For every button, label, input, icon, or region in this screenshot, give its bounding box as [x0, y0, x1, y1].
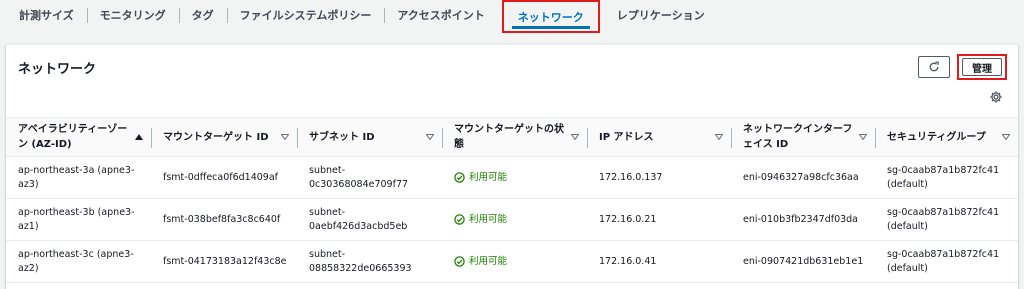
tab-tags[interactable]: タグ	[178, 0, 227, 30]
cell-az: ap-northeast-3a (apne3-az3)	[18, 164, 135, 190]
cell-mount-target-id: fsmt-038bef8fa3c8c640f	[163, 213, 281, 225]
sort-icon	[426, 134, 434, 140]
tab-replication[interactable]: レプリケーション	[604, 0, 718, 30]
column-header-ip-address[interactable]: IP アドレス	[587, 118, 731, 156]
tab-access-points[interactable]: アクセスポイント	[384, 0, 497, 30]
refresh-button[interactable]	[918, 56, 950, 78]
column-header-mount-target-id[interactable]: マウントターゲット ID	[151, 118, 297, 156]
table-row: ap-northeast-3c (apne3-az2) fsmt-0417318…	[6, 241, 1018, 283]
gear-icon[interactable]	[989, 90, 1003, 104]
cell-network-interface-id: eni-0907421db631eb1e1	[743, 255, 864, 267]
panel-title: ネットワーク	[18, 62, 97, 77]
sort-icon	[281, 134, 289, 140]
sort-icon	[859, 134, 867, 140]
status-text: 利用可能	[469, 171, 508, 183]
column-label: IP アドレス	[599, 131, 654, 143]
cell-subnet-id: subnet-0aebf426d3acbd5eb	[309, 206, 408, 232]
tab-file-system-policy[interactable]: ファイルシステムポリシー	[226, 0, 385, 30]
sort-icon	[571, 134, 579, 140]
cell-state: 利用可能	[442, 241, 587, 282]
sort-icon	[715, 134, 723, 140]
tab-metered-size[interactable]: 計測サイズ	[6, 0, 87, 30]
status-text: 利用可能	[469, 255, 508, 267]
network-table: アベイラビリティーゾーン (AZ-ID) マウントターゲット ID サブネット …	[6, 117, 1018, 283]
status-text: 利用可能	[469, 213, 508, 225]
column-header-security-groups[interactable]: セキュリティグループ	[875, 118, 1018, 156]
cell-az: ap-northeast-3c (apne3-az2)	[18, 248, 134, 274]
tab-monitoring[interactable]: モニタリング	[86, 0, 179, 30]
column-header-az[interactable]: アベイラビリティーゾーン (AZ-ID)	[6, 118, 151, 156]
cell-security-group: sg-0caab87a1b872fc41 (default)	[887, 206, 1000, 232]
column-header-network-interface-id[interactable]: ネットワークインターフェイス ID	[731, 118, 875, 156]
column-label: マウントターゲットの状態	[454, 124, 564, 150]
check-circle-icon	[454, 172, 465, 183]
status-badge: 利用可能	[454, 213, 507, 227]
cell-network-interface-id: eni-0946327a98cfc36aa	[743, 171, 859, 183]
cell-state: 利用可能	[442, 199, 587, 240]
column-label: セキュリティグループ	[887, 131, 986, 143]
status-badge: 利用可能	[454, 171, 507, 185]
column-header-mount-target-state[interactable]: マウントターゲットの状態	[442, 118, 587, 156]
sort-ascending-icon	[135, 134, 143, 140]
table-row: ap-northeast-3b (apne3-az1) fsmt-038bef8…	[6, 199, 1018, 241]
cell-security-group: sg-0caab87a1b872fc41 (default)	[887, 164, 1000, 190]
cell-subnet-id: subnet-08858322de0665393	[309, 248, 412, 274]
table-header: アベイラビリティーゾーン (AZ-ID) マウントターゲット ID サブネット …	[6, 117, 1018, 157]
tab-bar: 計測サイズ モニタリング タグ ファイルシステムポリシー アクセスポイント ネッ…	[0, 0, 1024, 33]
column-label: サブネット ID	[309, 131, 375, 143]
cell-ip-address: 172.16.0.41	[599, 255, 657, 267]
cell-state: 利用可能	[442, 157, 587, 198]
refresh-icon	[929, 61, 939, 72]
cell-az: ap-northeast-3b (apne3-az1)	[18, 206, 135, 232]
column-label: ネットワークインターフェイス ID	[743, 124, 853, 150]
check-circle-icon	[454, 256, 465, 267]
manage-button[interactable]: 管理	[962, 58, 1002, 76]
check-circle-icon	[454, 214, 465, 225]
table-row: ap-northeast-3a (apne3-az3) fsmt-0dffeca…	[6, 157, 1018, 199]
column-label: マウントターゲット ID	[163, 131, 269, 143]
cell-ip-address: 172.16.0.21	[599, 213, 657, 225]
cell-mount-target-id: fsmt-0dffeca0f6d1409af	[163, 171, 279, 183]
network-panel: ネットワーク 管理 アベイラビリティーゾーン (AZ-ID) マウントターゲット…	[6, 44, 1018, 289]
cell-mount-target-id: fsmt-04173183a12f43c8e	[163, 255, 287, 267]
column-label: アベイラビリティーゾーン (AZ-ID)	[18, 124, 128, 150]
manage-highlight: 管理	[957, 54, 1007, 80]
tab-network[interactable]: ネットワーク	[501, 0, 600, 33]
sort-icon	[1002, 134, 1010, 140]
cell-network-interface-id: eni-010b3fb2347df03da	[743, 213, 859, 225]
status-badge: 利用可能	[454, 255, 507, 269]
cell-subnet-id: subnet-0c30368084e709f77	[309, 164, 409, 190]
cell-security-group: sg-0caab87a1b872fc41 (default)	[887, 248, 1000, 274]
cell-ip-address: 172.16.0.137	[599, 171, 663, 183]
column-header-subnet-id[interactable]: サブネット ID	[297, 118, 442, 156]
